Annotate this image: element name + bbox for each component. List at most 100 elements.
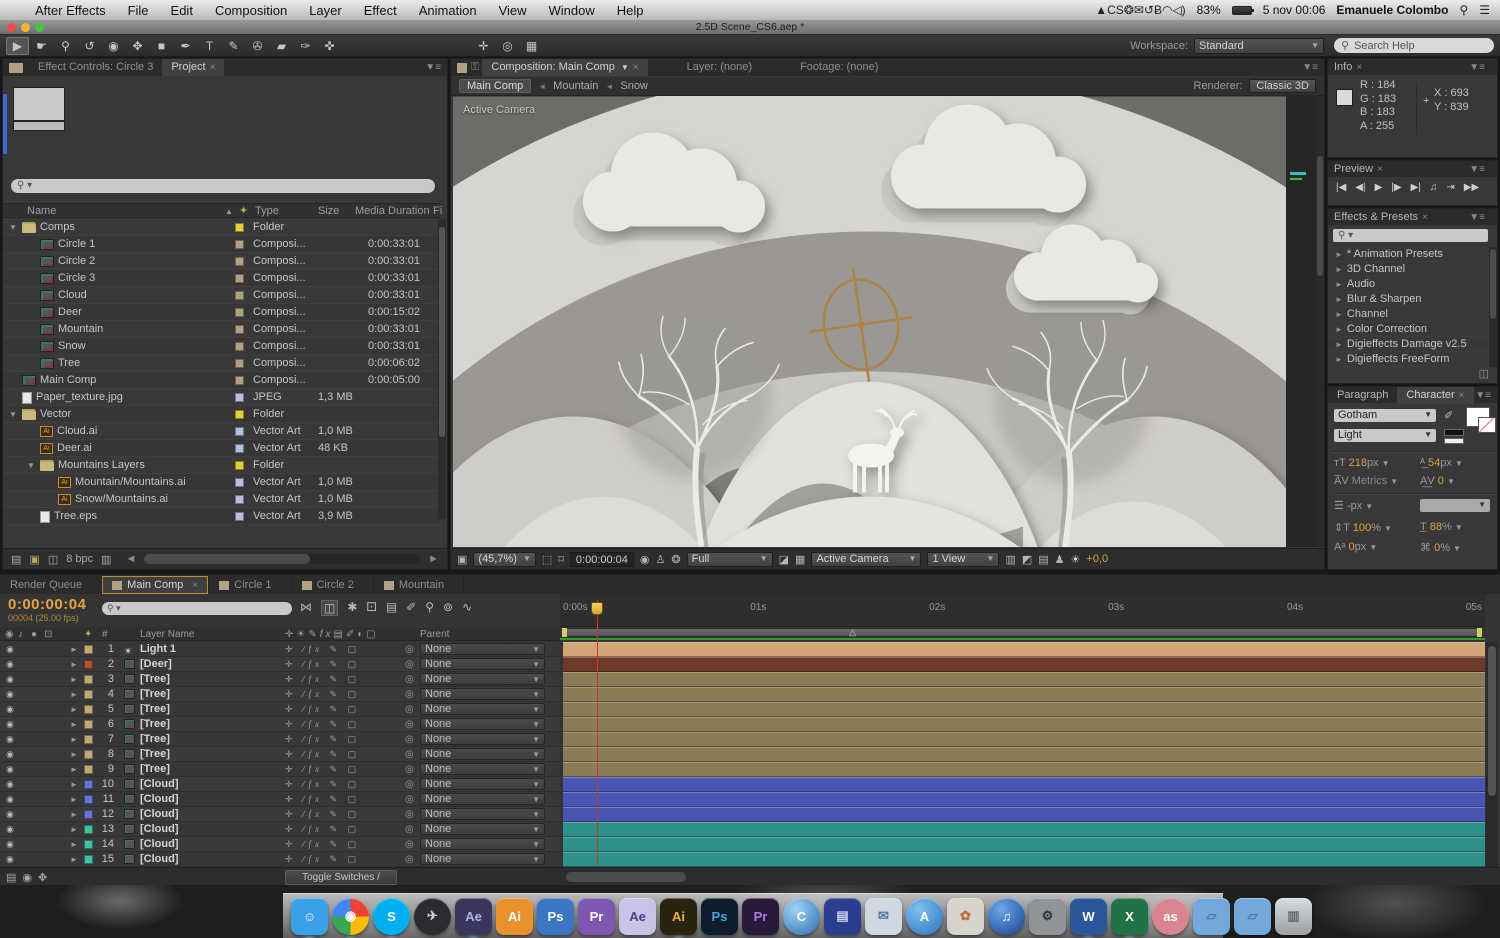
project-row[interactable]: Tree Composi... 0:00:06:02 xyxy=(3,355,440,372)
preview-panel-title[interactable]: Preview xyxy=(1334,163,1373,175)
tab-composition[interactable]: Composition: Main Comp ▼ × xyxy=(482,59,648,76)
layer-label-chip[interactable] xyxy=(84,735,93,744)
close-window-button[interactable] xyxy=(7,23,16,32)
region-icon[interactable]: ◪ xyxy=(779,553,789,566)
parent-pickwhip-icon[interactable]: ◎ xyxy=(405,657,414,672)
spotlight-icon[interactable]: ⚲ xyxy=(1459,3,1468,17)
tab-layer[interactable]: Layer: (none) xyxy=(678,59,761,76)
layer-row[interactable]: ◉ ► 11 [Cloud] ✛ ∕fx ✎ ▢ ◎ None ▼ xyxy=(0,792,560,807)
tracking-value[interactable]: 0 xyxy=(1438,475,1444,487)
view-layout-dropdown[interactable]: 1 View ▼ xyxy=(927,551,1000,567)
workspace-dropdown[interactable]: Standard ▼ xyxy=(1194,37,1324,54)
layer-switches[interactable]: ✛ ∕fx ✎ ▢ xyxy=(285,852,395,867)
menubar-user[interactable]: Emanuele Colombo xyxy=(1336,3,1448,17)
layer-bar[interactable] xyxy=(563,837,1485,852)
project-row[interactable]: ▼ Comps Folder xyxy=(3,219,440,236)
parent-pickwhip-icon[interactable]: ◎ xyxy=(405,687,414,702)
project-row[interactable]: Deer Composi... 0:00:15:02 xyxy=(3,304,440,321)
layer-name[interactable]: [Cloud] xyxy=(140,792,178,807)
label-chip[interactable] xyxy=(235,376,244,385)
ram-preview-button[interactable]: ▶▶ xyxy=(1464,182,1479,193)
layer-expander[interactable]: ► xyxy=(70,807,78,822)
layer-expander[interactable]: ► xyxy=(70,837,78,852)
layer-label-chip[interactable] xyxy=(84,855,93,864)
minimize-window-button[interactable] xyxy=(21,23,30,32)
tab-footage[interactable]: Footage: (none) xyxy=(791,59,887,76)
project-row[interactable]: Deer.ai Vector Art 48 KB xyxy=(3,440,440,457)
parent-pickwhip-icon[interactable]: ◎ xyxy=(405,852,414,867)
dock-after-effects-cs6[interactable]: Ae xyxy=(455,897,492,938)
parent-pickwhip-icon[interactable]: ◎ xyxy=(405,732,414,747)
project-row[interactable]: Circle 1 Composi... 0:00:33:01 xyxy=(3,236,440,253)
eye-icon[interactable]: ◉ xyxy=(6,717,14,732)
layer-label-chip[interactable] xyxy=(84,720,93,729)
timeline-zoom-slider[interactable] xyxy=(566,872,686,882)
panel-menu-icon[interactable]: ▼≡ xyxy=(1469,62,1491,73)
layer-name[interactable]: [Tree] xyxy=(140,702,170,717)
layer-name[interactable]: [Tree] xyxy=(140,762,170,777)
layer-row[interactable]: ◉ ► 9 [Tree] ✛ ∕fx ✎ ▢ ◎ None ▼ xyxy=(0,762,560,777)
3d-view-dropdown[interactable]: Active Camera ▼ xyxy=(811,551,922,567)
tab-character[interactable]: Character × xyxy=(1397,386,1474,404)
new-animation-preset-icon[interactable]: ◫ xyxy=(1479,367,1489,380)
dock-illustrator-cs6[interactable]: Ai xyxy=(660,897,697,938)
exposure-icon[interactable]: ☀ xyxy=(1071,553,1081,566)
pan-behind-tool[interactable]: ✥ xyxy=(126,37,149,55)
layer-bar[interactable] xyxy=(563,762,1485,777)
label-chip[interactable] xyxy=(235,512,244,521)
layer-name[interactable]: [Tree] xyxy=(140,717,170,732)
volume-icon[interactable]: ◁) xyxy=(1172,3,1185,17)
dock-photoshop-cs5[interactable]: Ps xyxy=(537,897,574,935)
layer-label-chip[interactable] xyxy=(84,750,93,759)
dock-system-preferences[interactable]: ⚙ xyxy=(1029,897,1066,935)
project-hscroll[interactable] xyxy=(144,554,310,564)
panel-menu-icon[interactable]: ▼≡ xyxy=(1469,212,1491,223)
live-update-icon[interactable]: ◫ xyxy=(321,600,339,616)
parent-dropdown[interactable]: None ▼ xyxy=(420,853,545,865)
renderer-button[interactable]: Classic 3D xyxy=(1249,79,1316,93)
layer-switches[interactable]: ✛ ∕fx ✎ ▢ xyxy=(285,762,395,777)
creative-suite-icon[interactable]: CS xyxy=(1107,3,1124,17)
current-time-indicator[interactable] xyxy=(591,602,603,615)
parent-pickwhip-icon[interactable]: ◎ xyxy=(405,762,414,777)
horizontal-scale-value[interactable]: 88 xyxy=(1430,521,1442,533)
label-chip[interactable] xyxy=(235,461,244,470)
project-column-headers[interactable]: Name ▲ ✦ Type Size Media Duration Fi xyxy=(3,203,442,218)
eye-icon[interactable]: ◉ xyxy=(6,792,14,807)
label-chip[interactable] xyxy=(235,240,244,249)
puppet-pin-tool[interactable]: ✜ xyxy=(318,37,341,55)
work-area-end-handle[interactable] xyxy=(1477,628,1482,637)
dock-itunes[interactable]: ♫ xyxy=(988,897,1025,935)
project-scrollbar[interactable] xyxy=(438,219,446,519)
expander-caret[interactable]: ▼ xyxy=(27,457,36,474)
hide-shy-layers-icon[interactable]: ⚀ xyxy=(366,600,376,616)
label-chip[interactable] xyxy=(235,342,244,351)
panel-menu-icon[interactable]: ▼≡ xyxy=(1302,62,1324,73)
layer-label-chip[interactable] xyxy=(84,780,93,789)
parent-dropdown[interactable]: None ▼ xyxy=(420,658,545,670)
layer-expander[interactable]: ► xyxy=(70,642,78,657)
layer-label-chip[interactable] xyxy=(84,840,93,849)
dock-app-store[interactable]: A xyxy=(906,897,943,935)
frame-blending-icon[interactable]: ▤ xyxy=(386,600,397,616)
expand-inout-icon[interactable]: ✥ xyxy=(38,871,47,884)
parent-dropdown[interactable]: None ▼ xyxy=(420,823,545,835)
layer-bar[interactable] xyxy=(563,702,1485,717)
layer-label-chip[interactable] xyxy=(84,675,93,684)
layer-row[interactable]: ◉ ► 13 [Cloud] ✛ ∕fx ✎ ▢ ◎ None ▼ xyxy=(0,822,560,837)
label-chip[interactable] xyxy=(235,410,244,419)
breadcrumb-mountain[interactable]: Mountain xyxy=(553,80,598,92)
layer-row[interactable]: ◉ ► 1 Light 1 ✛ ∕fx ✎ ▢ ◎ None▼ xyxy=(0,642,560,657)
layer-switches[interactable]: ✛ ∕fx ✎ ▢ xyxy=(285,777,395,792)
panel-menu-icon[interactable]: ▼≡ xyxy=(1469,164,1491,175)
timeline-tab[interactable]: Main Comp × xyxy=(102,576,210,594)
brush-tool[interactable]: ✎ xyxy=(222,37,245,55)
layer-expander[interactable]: ► xyxy=(70,852,78,867)
layer-bar[interactable] xyxy=(563,822,1485,837)
project-row[interactable]: Main Comp Composi... 0:00:05:00 xyxy=(3,372,440,389)
new-folder-icon[interactable]: ▣ xyxy=(29,553,39,566)
timeline-tab[interactable]: Circle 1 xyxy=(209,576,292,594)
viewer-vscrollbar[interactable] xyxy=(1316,96,1324,547)
layer-bar[interactable] xyxy=(563,672,1485,687)
window-titlebar[interactable]: 2.5D Scene_CS6.aep * xyxy=(0,20,1500,35)
